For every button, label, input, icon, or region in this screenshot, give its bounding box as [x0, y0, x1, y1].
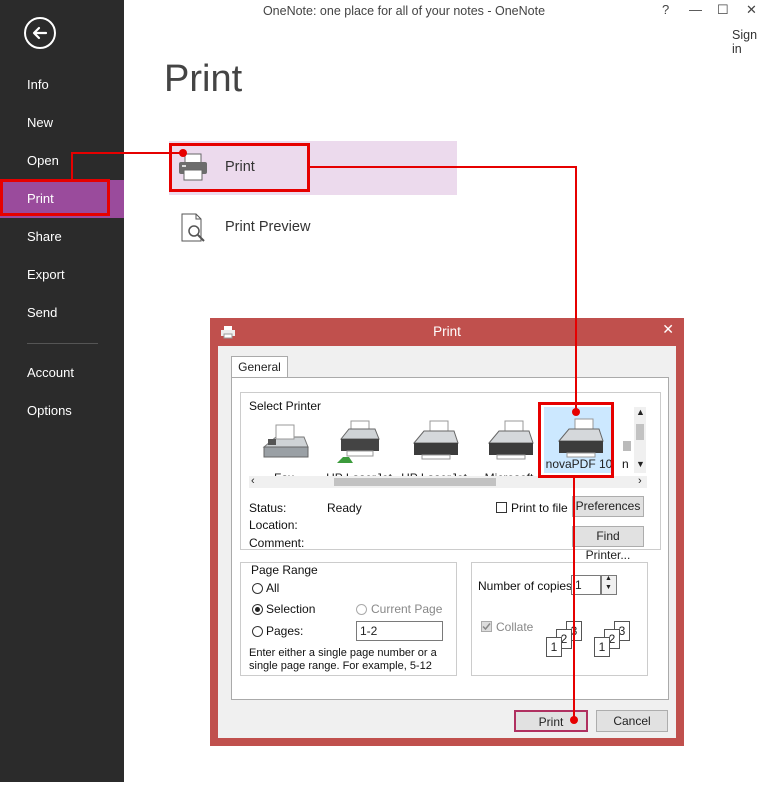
annotation-line-1	[71, 152, 183, 154]
fax-icon	[262, 424, 309, 458]
sign-in-link[interactable]: Sign in	[732, 28, 769, 56]
print-dialog: Print ✕ General Select Printer Fax	[210, 318, 684, 746]
collate-label: Collate	[496, 620, 534, 634]
printer-icon	[487, 420, 534, 460]
back-arrow-icon[interactable]	[24, 17, 56, 49]
copies-input[interactable]: 1	[571, 575, 601, 595]
annotation-line-4	[575, 166, 577, 411]
hscroll-thumb[interactable]	[334, 478, 496, 486]
page-title: Print	[164, 58, 243, 100]
print-preview-option-label: Print Preview	[225, 219, 311, 235]
sidebar-item-open[interactable]: Open	[0, 142, 124, 180]
select-printer-label: Select Printer	[249, 399, 322, 413]
number-of-copies-label: Number of copies:	[478, 579, 576, 593]
print-to-file-checkbox[interactable]	[496, 502, 507, 513]
all-radio[interactable]	[252, 583, 263, 594]
pages-radio[interactable]	[252, 626, 263, 637]
collate-checkbox[interactable]	[481, 621, 492, 632]
current-page-radio[interactable]	[356, 604, 367, 615]
spin-down-icon[interactable]: ▼	[605, 584, 612, 591]
annotation-line-2	[71, 152, 73, 180]
annotation-box-print-option	[169, 143, 310, 192]
selection-radio-label: Selection	[266, 602, 316, 616]
annotation-dot-3	[570, 716, 578, 724]
location-label: Location:	[249, 518, 298, 532]
status-value: Ready	[327, 501, 362, 515]
status-label: Status:	[249, 501, 287, 515]
sidebar-divider	[27, 343, 98, 344]
printer-name-partial: n	[622, 457, 629, 471]
all-radio-label: All	[266, 581, 280, 595]
print-to-file-label: Print to file	[511, 501, 568, 515]
collate-pages-icon-2: 3 2 1	[594, 621, 644, 661]
close-window-button[interactable]: ✕	[746, 2, 757, 18]
sidebar-item-info[interactable]: Info	[0, 66, 124, 104]
annotation-line-5	[573, 478, 575, 718]
cancel-button[interactable]: Cancel	[596, 710, 668, 732]
page-range-label: Page Range	[249, 563, 320, 577]
preferences-button[interactable]: Preferences	[572, 496, 644, 517]
help-button[interactable]: ?	[662, 2, 669, 17]
print-preview-icon	[179, 213, 209, 246]
annotation-dot-2	[572, 408, 580, 416]
copies-group: Number of copies: 1 ▲ ▼ Collate 3 2 1	[471, 562, 648, 676]
printer-list-vscrollbar[interactable]: ▲ ▼	[634, 407, 646, 473]
current-page-radio-label: Current Page	[371, 602, 443, 616]
pages-input[interactable]: 1-2	[356, 621, 443, 641]
selection-radio[interactable]	[252, 604, 263, 615]
sidebar-item-account[interactable]: Account	[0, 354, 124, 392]
collate-pages-icon-1: 3 2 1	[546, 621, 596, 661]
print-preview-option[interactable]: Print Preview	[169, 201, 457, 255]
backstage-sidebar: Info New Open Print Share Export Send Ac…	[0, 0, 124, 782]
network-printer-icon	[337, 420, 380, 463]
find-printer-button[interactable]: Find Printer...	[572, 526, 644, 562]
maximize-button[interactable]: ☐	[717, 2, 729, 18]
dialog-close-button[interactable]: ✕	[662, 321, 674, 338]
copies-spinner[interactable]: ▲ ▼	[601, 575, 617, 595]
page-range-hint: Enter either a single page number or a s…	[249, 647, 437, 672]
scroll-down-icon[interactable]: ▼	[636, 459, 645, 469]
printer-icon	[412, 420, 459, 460]
sidebar-item-options[interactable]: Options	[0, 392, 124, 430]
annotation-box-sidebar-print	[0, 179, 110, 216]
scroll-left-icon[interactable]: ‹	[251, 475, 255, 487]
dialog-title: Print	[433, 324, 461, 339]
scroll-right-icon[interactable]: ›	[638, 475, 642, 487]
sidebar-item-new[interactable]: New	[0, 104, 124, 142]
scroll-up-icon[interactable]: ▲	[636, 407, 645, 417]
pages-radio-label: Pages:	[266, 624, 304, 638]
comment-label: Comment:	[249, 536, 305, 550]
sidebar-item-share[interactable]: Share	[0, 218, 124, 256]
tab-general[interactable]: General	[231, 356, 288, 379]
sidebar-item-send[interactable]: Send	[0, 294, 124, 332]
spin-up-icon[interactable]: ▲	[605, 575, 612, 582]
vscroll-thumb[interactable]	[636, 424, 644, 440]
annotation-dot-1	[179, 149, 187, 157]
minimize-button[interactable]: —	[689, 2, 702, 17]
page-range-group: Page Range All Selection Current Page Pa…	[240, 562, 457, 676]
sidebar-item-export[interactable]: Export	[0, 256, 124, 294]
window-title: OneNote: one place for all of your notes…	[262, 4, 546, 18]
annotation-line-3	[310, 166, 576, 168]
